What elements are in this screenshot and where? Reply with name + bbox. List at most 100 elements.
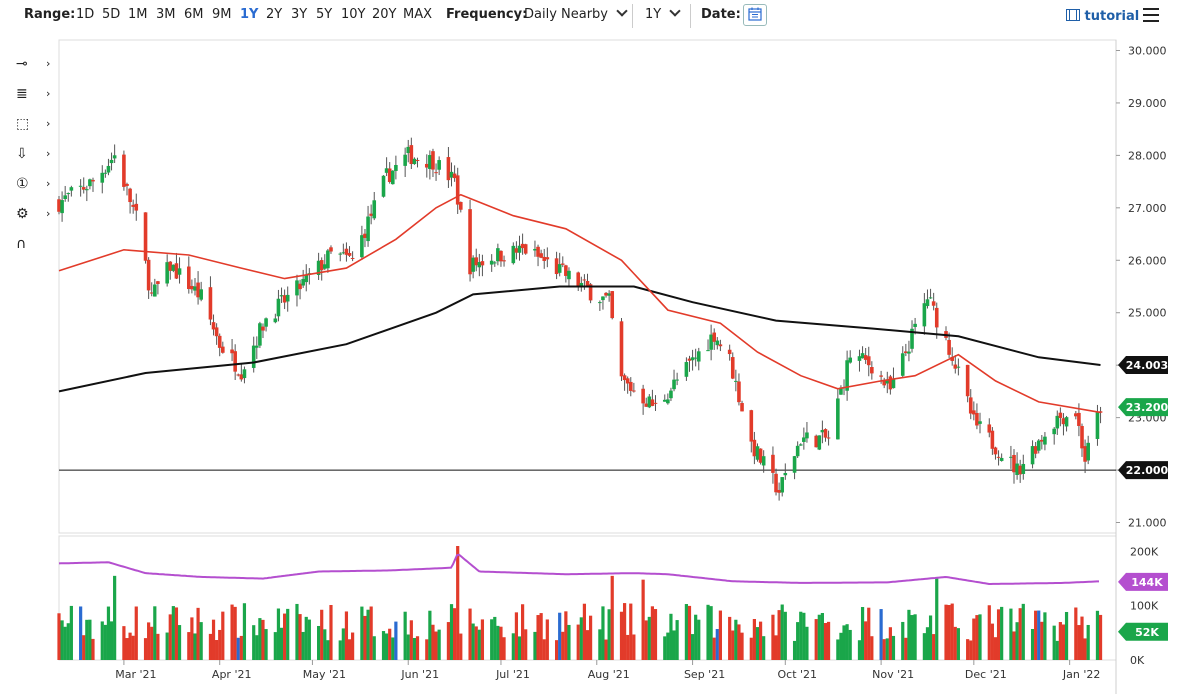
candle-body (632, 390, 636, 392)
volume-bar (826, 621, 831, 660)
volume-bar (79, 606, 83, 660)
volume-bar (564, 611, 568, 660)
candle-body (217, 335, 222, 348)
candle-body (57, 199, 61, 212)
candle-body (542, 256, 547, 261)
candle-body (628, 381, 633, 391)
volume-bar (57, 613, 61, 660)
candle-body (446, 157, 451, 181)
volume-bar (63, 626, 67, 660)
volume-bar (554, 640, 559, 660)
volume-bar (715, 629, 719, 660)
volume-bar (143, 638, 148, 660)
price-tick-label: 25.000 (1128, 307, 1167, 320)
volume-bar (381, 631, 386, 660)
volume-bar (477, 629, 481, 660)
candle-body (900, 353, 905, 376)
candle-body (836, 398, 840, 440)
candle-body (718, 344, 723, 347)
volume-bar (511, 633, 515, 660)
candle-body (536, 246, 540, 257)
volume-bar (867, 607, 871, 660)
volume-bar (499, 626, 503, 660)
candle-body (319, 260, 324, 271)
candle-body (999, 457, 1004, 461)
volume-bar (351, 632, 355, 660)
volume-bar (103, 624, 107, 660)
price-tick-label: 30.000 (1128, 44, 1167, 57)
volume-bar (891, 635, 896, 660)
volume-bar (845, 624, 849, 660)
volume-bar (174, 607, 179, 660)
volume-bar (412, 637, 417, 660)
candle-body (1064, 417, 1069, 427)
x-tick-label: Oct '21 (778, 668, 818, 681)
volume-bar (860, 607, 865, 660)
candle-body (928, 297, 933, 299)
volume-bar (629, 603, 633, 660)
candle-body (455, 175, 460, 205)
volume-average-badge-text: 144K (1131, 576, 1163, 589)
candle-body (777, 489, 781, 493)
candle-body (904, 351, 908, 354)
price-chart[interactable]: 21.00022.00023.00024.00025.00026.00027.0… (0, 0, 1180, 694)
candle-body (740, 403, 744, 412)
candle-body (795, 445, 800, 457)
volume-bar (533, 631, 537, 660)
volume-bar (904, 637, 908, 660)
volume-bar (1077, 625, 1081, 660)
candle-body (424, 163, 429, 168)
volume-bar (301, 631, 305, 660)
candle-body (502, 260, 506, 262)
candle-body (965, 364, 970, 397)
volume-bar (1074, 607, 1078, 660)
volume-bar (848, 629, 852, 660)
candle-body (69, 187, 74, 191)
volume-bar (496, 625, 500, 660)
volume-bar (456, 546, 460, 660)
volume-bar (706, 604, 710, 660)
candle-body (650, 399, 655, 406)
price-tick-label: 29.000 (1128, 97, 1167, 110)
volume-bar (425, 639, 429, 660)
volume-bar (344, 611, 349, 660)
candle-body (820, 430, 825, 433)
candle-body (387, 168, 392, 182)
volume-bar (493, 616, 497, 660)
candle-body (511, 245, 516, 264)
candle-body (1086, 442, 1090, 461)
volume-bar (446, 622, 451, 660)
volume-bar (218, 629, 222, 660)
volume-bar (147, 622, 151, 660)
candle-body (384, 168, 389, 173)
volume-bar (1009, 608, 1013, 660)
volume-bar (323, 629, 327, 660)
candle-body (712, 332, 717, 342)
volume-bar (196, 607, 200, 660)
candle-body (78, 185, 83, 187)
volume-bar (799, 611, 803, 660)
candle-body (480, 261, 485, 266)
candle-body (474, 257, 479, 266)
volume-bar (409, 620, 413, 660)
volume-bar (771, 614, 775, 660)
candle-body (131, 204, 135, 207)
volume-bar (953, 626, 957, 660)
candle-body (211, 322, 216, 330)
volume-bar (239, 635, 243, 660)
candle-body (143, 212, 148, 261)
volume-bar (437, 629, 441, 660)
volume-bar (171, 606, 175, 660)
volume-bar (728, 616, 732, 660)
candle-body (255, 345, 259, 348)
volume-bar (215, 640, 219, 660)
volume-bar (317, 625, 321, 660)
candle-body (1074, 413, 1078, 417)
volume-bar (1058, 622, 1062, 660)
last-volume-badge-text: 52K (1135, 626, 1159, 639)
volume-bar (823, 623, 828, 660)
candle-body (771, 454, 775, 473)
volume-bar (731, 630, 735, 660)
volume-bar (1080, 616, 1084, 660)
last-price-badge: 23.200 (1118, 398, 1169, 417)
